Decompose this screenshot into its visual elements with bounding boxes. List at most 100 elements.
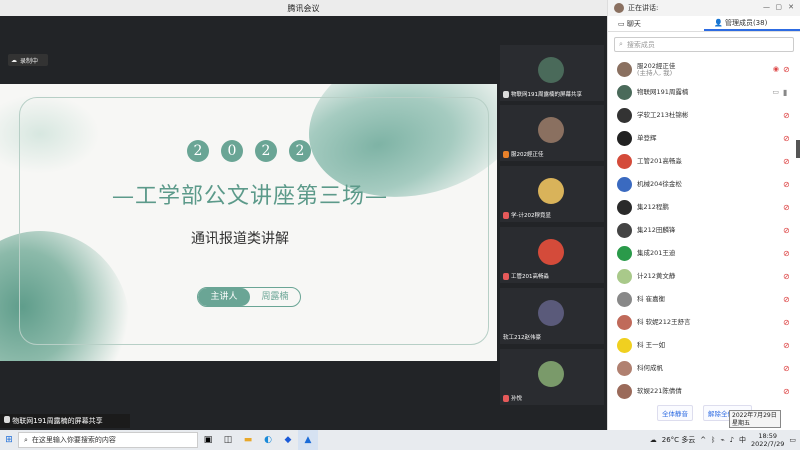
tab-chat[interactable]: ▭ 聊天	[608, 16, 704, 31]
close-icon[interactable]: ✕	[788, 3, 794, 11]
list-item[interactable]: 科 软妮212王舒言 ⊘	[608, 311, 800, 334]
speaking-indicator: 正在讲话: — ▢ ✕	[608, 0, 800, 16]
store-icon[interactable]: ◆	[278, 430, 298, 450]
mic-muted-icon[interactable]: ⊘	[783, 203, 793, 212]
mic-muted-icon	[503, 394, 509, 402]
mic-muted-icon	[503, 211, 509, 219]
bluetooth-icon[interactable]: ᛒ	[711, 436, 715, 444]
video-tile[interactable]: 服202經正佳	[500, 105, 604, 161]
list-item[interactable]: 科何成帆 ⊘	[608, 357, 800, 380]
minimize-icon[interactable]: —	[763, 3, 770, 11]
tooltip-weekday: 星期五	[732, 420, 751, 427]
screen-share-bar[interactable]: 物联网191周露楠的屏幕共享	[0, 414, 130, 428]
slide-speaker: 主讲人 周露楠	[197, 287, 301, 307]
avatar	[617, 246, 632, 261]
chat-icon: ▭	[618, 19, 627, 28]
list-item[interactable]: 服202經正佳 (主持人, 我) ◉ ⊘	[608, 58, 800, 81]
year-digit: 2	[255, 140, 277, 162]
tile-name: 物联网191周露楠的屏幕共享	[511, 92, 582, 98]
list-item[interactable]: 集212田麟锋 ⊘	[608, 219, 800, 242]
tab-members-label: 管理成员(38)	[724, 18, 768, 27]
task-view-icon[interactable]: ▣	[198, 430, 218, 450]
weather-text[interactable]: 26°C 多云	[662, 435, 696, 445]
scrollbar[interactable]	[796, 140, 800, 158]
speaker-label: 主讲人	[198, 288, 250, 306]
mic-muted-icon[interactable]: ⊘	[783, 249, 793, 258]
mic-muted-icon[interactable]: ⊘	[783, 341, 793, 350]
taskbar: ⊞ ⌕ 在这里输入你要搜索的内容 ▣ ◫ ▬ ◐ ◆ ▲ ☁ 26°C 多云 ^…	[0, 430, 800, 450]
search-icon: ⌕	[619, 40, 623, 48]
taskbar-search-input[interactable]: ⌕ 在这里输入你要搜索的内容	[18, 432, 198, 448]
member-list: 服202經正佳 (主持人, 我) ◉ ⊘ 物联网191周露楠 ▭ ▮ 学软工213杜锦彬 ⊘…	[608, 58, 800, 403]
tile-name: 服202經正佳	[511, 152, 544, 158]
video-tile[interactable]: 工管201高畅淼	[500, 227, 604, 283]
list-item[interactable]: 集212程鹏 ⊘	[608, 196, 800, 219]
tencent-meeting-icon[interactable]: ▲	[298, 430, 318, 450]
list-item[interactable]: 机械204徐金松 ⊘	[608, 173, 800, 196]
list-item[interactable]: 科 王一如 ⊘	[608, 334, 800, 357]
tile-name: 软工212赵伟豪	[503, 335, 541, 341]
tab-chat-label: 聊天	[626, 19, 641, 28]
list-item[interactable]: 学软工213杜锦彬 ⊘	[608, 104, 800, 127]
avatar	[617, 315, 632, 330]
mic-muted-icon[interactable]: ⊘	[783, 364, 793, 373]
file-explorer-icon[interactable]: ▬	[238, 430, 258, 450]
mic-muted-icon[interactable]: ⊘	[783, 111, 793, 120]
mic-muted-icon[interactable]: ⊘	[783, 157, 793, 166]
avatar	[617, 338, 632, 353]
taskbar-clock[interactable]: 18:59 2022/7/29	[751, 432, 784, 448]
mic-icon[interactable]: ▮	[783, 88, 793, 97]
recording-indicator[interactable]: ☁ 录制中	[8, 54, 48, 66]
member-name: 科何成帆	[637, 364, 663, 372]
mic-muted-icon[interactable]: ⊘	[783, 318, 793, 327]
member-name: 科 王一如	[637, 341, 666, 349]
list-item[interactable]: 软娱221陈倩倩 ⊘	[608, 380, 800, 403]
mic-muted-icon[interactable]: ⊘	[783, 180, 793, 189]
list-item[interactable]: 单登辉 ⊘	[608, 127, 800, 150]
member-name: 计212黄文静	[637, 272, 676, 280]
share-icon[interactable]: ▭	[772, 88, 779, 96]
list-item[interactable]: 集成201王迪 ⊘	[608, 242, 800, 265]
tray-overflow-icon[interactable]: ^	[700, 436, 706, 444]
windows-start-icon[interactable]: ⊞	[0, 430, 18, 450]
search-placeholder: 搜索成员	[626, 40, 655, 49]
member-name: 科 崔嘉衡	[637, 295, 666, 303]
member-search-input[interactable]: ⌕ 搜索成员	[614, 37, 794, 52]
video-tile[interactable]: 学-计202穆竟显	[500, 166, 604, 222]
taskbar-search-placeholder: 在这里输入你要搜索的内容	[31, 436, 116, 444]
mic-muted-icon[interactable]: ⊘	[783, 226, 793, 235]
list-item[interactable]: 物联网191周露楠 ▭ ▮	[608, 81, 800, 104]
list-item[interactable]: 工管201高畅淼 ⊘	[608, 150, 800, 173]
mic-muted-icon[interactable]: ⊘	[783, 295, 793, 304]
shared-slide	[0, 84, 497, 361]
tab-members[interactable]: 👤 管理成员(38)	[704, 16, 800, 31]
video-tile[interactable]: 物联网191周露楠的屏幕共享	[500, 45, 604, 101]
video-tile[interactable]: 孙悦	[500, 349, 604, 405]
mute-all-button[interactable]: 全体静音	[657, 405, 693, 421]
list-item[interactable]: 计212黄文静 ⊘	[608, 265, 800, 288]
year-digit: 0	[221, 140, 243, 162]
notification-icon[interactable]: ▭	[789, 436, 796, 444]
camera-icon[interactable]: ◉	[773, 65, 779, 73]
slide-headline: —工学部公文讲座第三场—	[111, 184, 388, 209]
cloud-icon: ☁	[11, 56, 17, 64]
video-tile[interactable]: 软工212赵伟豪	[500, 288, 604, 344]
mic-muted-icon[interactable]: ⊘	[783, 272, 793, 281]
sidebar-tabs: ▭ 聊天 👤 管理成员(38)	[608, 16, 800, 32]
avatar	[538, 117, 564, 143]
mic-muted-icon[interactable]: ⊘	[783, 387, 793, 396]
clock-time: 18:59	[758, 432, 778, 440]
tile-name: 工管201高畅淼	[511, 274, 549, 280]
mic-muted-icon[interactable]: ⊘	[783, 65, 793, 74]
list-item[interactable]: 科 崔嘉衡 ⊘	[608, 288, 800, 311]
maximize-icon[interactable]: ▢	[775, 3, 782, 11]
volume-icon[interactable]: ♪	[730, 436, 734, 444]
ime-indicator[interactable]: 中	[739, 435, 746, 445]
task-manager-icon[interactable]: ◫	[218, 430, 238, 450]
edge-browser-icon[interactable]: ◐	[258, 430, 278, 450]
member-role: (主持人, 我)	[637, 68, 673, 77]
avatar	[617, 62, 632, 77]
network-icon[interactable]: ⌁	[720, 436, 724, 444]
mic-muted-icon[interactable]: ⊘	[783, 134, 793, 143]
avatar	[538, 57, 564, 83]
